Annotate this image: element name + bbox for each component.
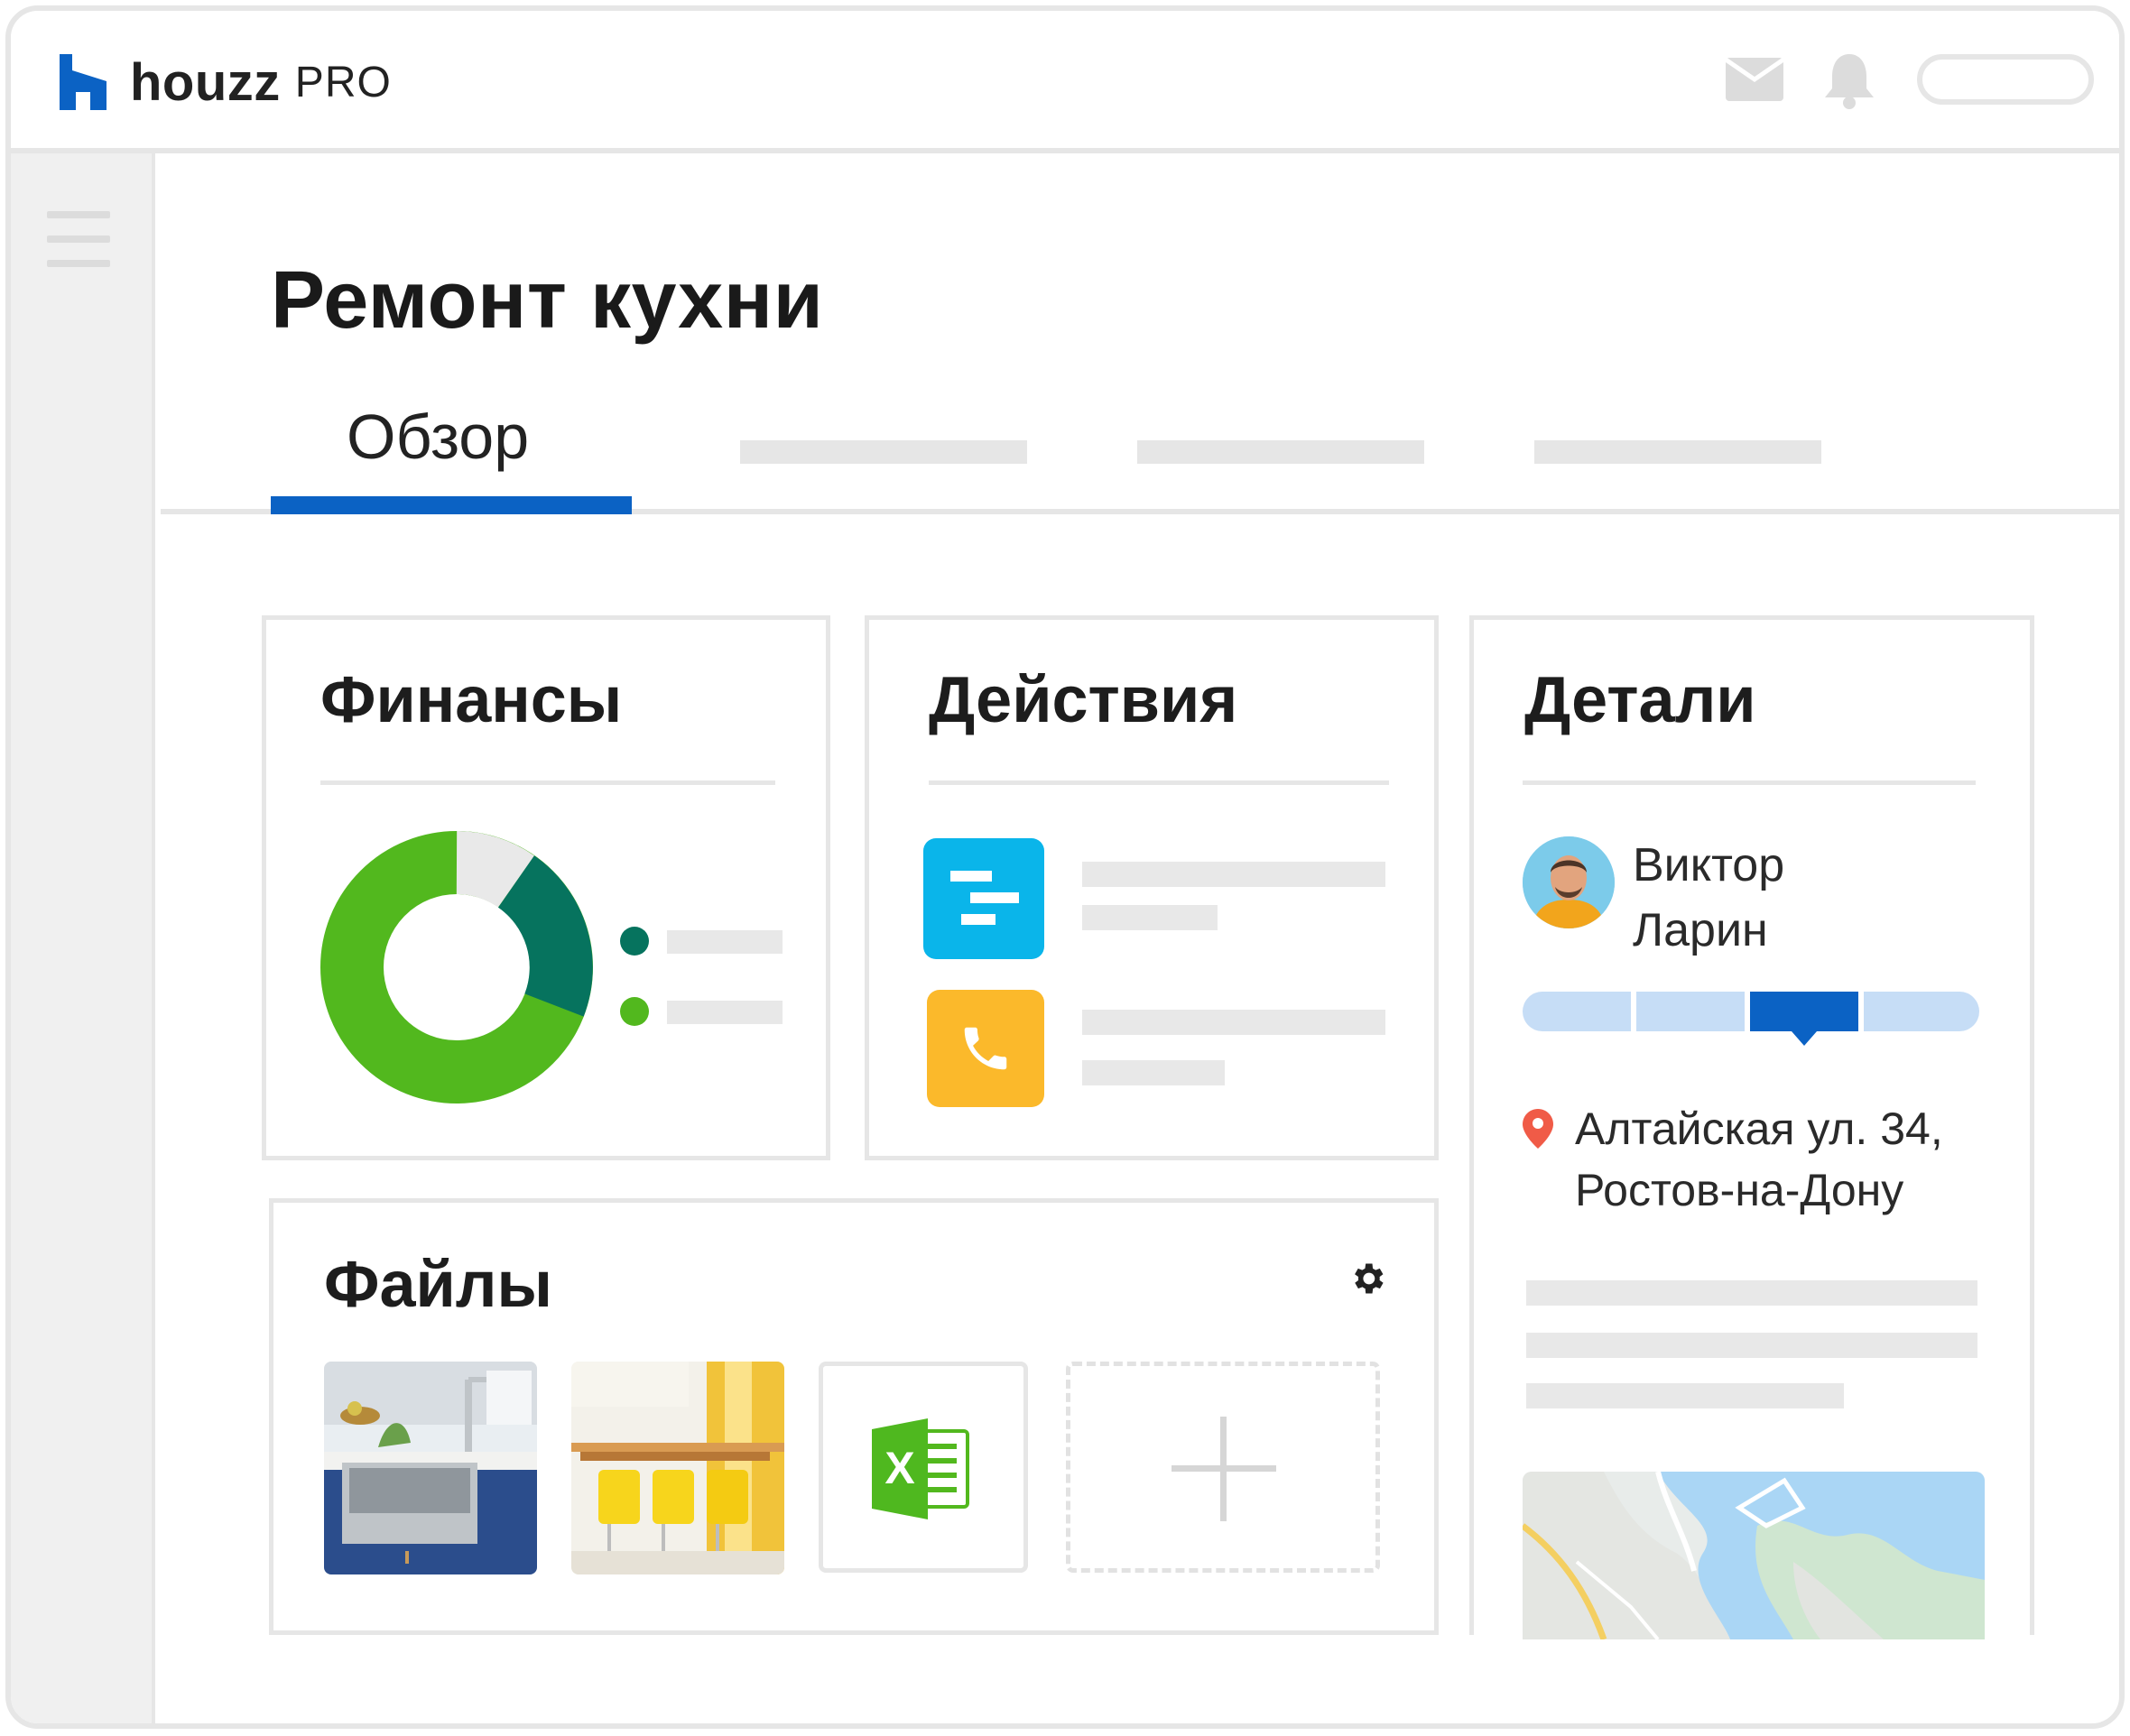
action-text-placeholder	[1082, 1010, 1385, 1035]
actions-card[interactable]: Действия	[865, 615, 1439, 1160]
files-card[interactable]: Файлы X	[269, 1198, 1439, 1635]
address-line-1: Алтайская ул. 34,	[1575, 1103, 1943, 1154]
logo-suffix: PRO	[294, 58, 392, 106]
person-last-name: Ларин	[1633, 904, 1768, 956]
actions-title: Действия	[929, 664, 1238, 736]
progress-segment	[1523, 992, 1631, 1031]
kitchen-sink-photo[interactable]	[324, 1362, 537, 1574]
donut-chart-icon	[320, 831, 593, 1103]
map-icon	[1523, 1472, 1985, 1639]
top-bar: houzz PRO	[11, 11, 2119, 153]
avatar[interactable]	[1523, 836, 1615, 928]
houzz-logo-icon	[60, 54, 106, 110]
divider	[320, 780, 775, 785]
address-line-2: Ростов-на-Дону	[1575, 1165, 1904, 1215]
houzz-pro-logo[interactable]: houzz PRO	[60, 51, 392, 114]
app-window: houzz PRO Ремонт кухни Обзор Финансы Дей…	[5, 5, 2125, 1729]
details-card[interactable]: Детали Виктор Ларин Алтайская ул. 34, Ро…	[1469, 615, 2034, 1639]
project-progress-bar	[1523, 992, 1979, 1055]
detail-text-placeholder	[1526, 1280, 1977, 1306]
phone-icon	[964, 1027, 1007, 1070]
logo-wordmark: houzz	[130, 52, 281, 112]
person-first-name: Виктор	[1633, 839, 1785, 891]
excel-file[interactable]: X	[819, 1362, 1028, 1573]
detail-text-placeholder	[1526, 1333, 1977, 1358]
legend-label-placeholder	[667, 1001, 783, 1024]
excel-file-icon: X	[872, 1418, 969, 1519]
dining-photo-icon	[571, 1362, 784, 1574]
timeline-icon	[950, 871, 1019, 925]
kitchen-photo-icon	[324, 1362, 537, 1574]
tab-bar: Обзор	[161, 390, 2119, 514]
excel-letter: X	[884, 1443, 914, 1493]
tab-overview-label: Обзор	[347, 402, 530, 472]
action-text-placeholder	[1082, 1060, 1225, 1085]
tab-overview[interactable]: Обзор	[271, 390, 632, 514]
action-text-placeholder	[1082, 905, 1218, 930]
bell-icon[interactable]	[1821, 51, 1877, 110]
files-title: Файлы	[324, 1249, 552, 1321]
progress-segment	[1864, 992, 1979, 1031]
legend-dot-dark-green	[620, 927, 649, 956]
details-title: Детали	[1524, 664, 1756, 736]
gear-icon[interactable]	[1347, 1259, 1387, 1298]
progress-pointer	[1792, 1031, 1817, 1046]
progress-segment	[1636, 992, 1745, 1031]
phone-action-tile[interactable]	[927, 990, 1044, 1107]
legend-label-placeholder	[667, 930, 783, 954]
tab-placeholder[interactable]	[1534, 440, 1821, 464]
action-text-placeholder	[1082, 862, 1385, 887]
detail-text-placeholder	[1526, 1383, 1844, 1408]
add-file-icon	[1172, 1417, 1276, 1521]
hamburger-menu-icon[interactable]	[47, 211, 110, 267]
location-map[interactable]	[1523, 1472, 1985, 1639]
progress-segment-current	[1750, 992, 1858, 1031]
sidebar	[11, 153, 155, 1723]
search-input[interactable]	[1917, 54, 2094, 105]
finances-title: Финансы	[320, 664, 623, 736]
page-title: Ремонт кухни	[271, 255, 824, 346]
tab-placeholder[interactable]	[1137, 440, 1424, 464]
divider	[929, 780, 1389, 785]
tab-placeholder[interactable]	[740, 440, 1027, 464]
legend-dot-light-green	[620, 997, 649, 1026]
add-file-button[interactable]	[1066, 1362, 1380, 1573]
finances-card[interactable]: Финансы	[262, 615, 830, 1160]
location-pin-icon	[1523, 1109, 1553, 1149]
person-avatar-icon	[1523, 836, 1615, 928]
divider	[1523, 780, 1976, 785]
yellow-chairs-photo[interactable]	[571, 1362, 784, 1574]
mail-icon[interactable]	[1726, 58, 1783, 101]
timeline-action-tile[interactable]	[923, 838, 1044, 959]
